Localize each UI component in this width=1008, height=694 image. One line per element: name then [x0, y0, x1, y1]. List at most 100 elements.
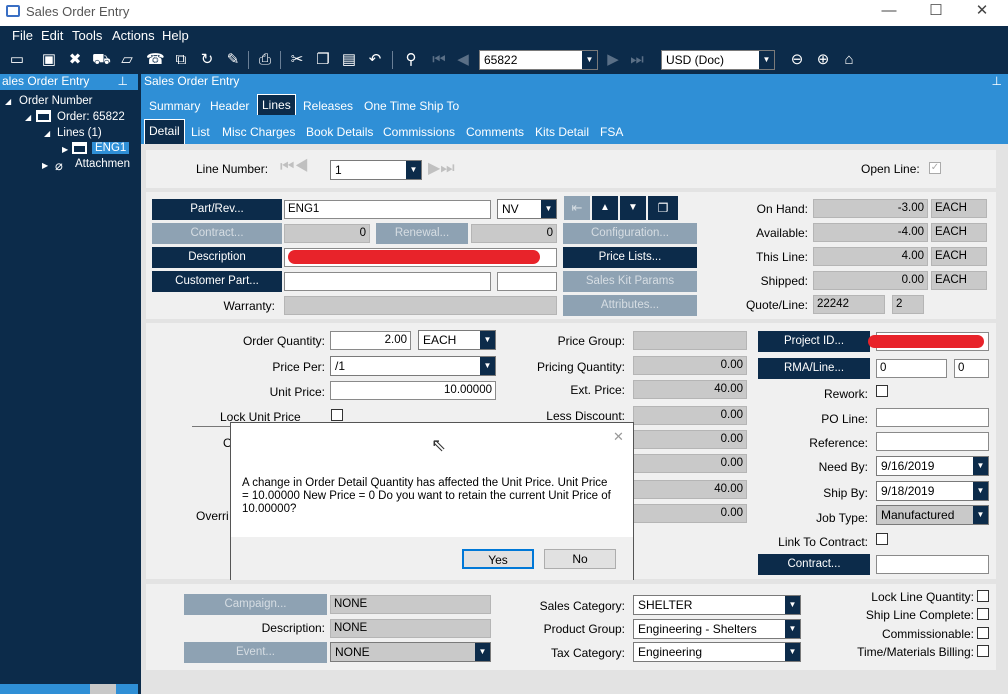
tab-comments[interactable]: Comments: [466, 125, 524, 139]
tree-root[interactable]: Order Number: [19, 95, 93, 107]
tree-lines[interactable]: Lines (1): [57, 127, 102, 139]
chevron-down-icon[interactable]: ▼: [541, 200, 556, 218]
price-lists-button[interactable]: Price Lists...: [563, 247, 697, 268]
collapse-icon[interactable]: ◢: [5, 97, 11, 106]
next-line-icon[interactable]: ▶⏭: [428, 158, 455, 178]
chevron-down-icon[interactable]: ▼: [480, 331, 495, 349]
chevron-down-icon[interactable]: ▼: [582, 51, 597, 69]
menu-edit[interactable]: Edit: [41, 28, 63, 43]
project-id-button[interactable]: Project ID...: [758, 331, 870, 352]
clear-icon[interactable]: ▱: [118, 51, 136, 69]
collapse-icon[interactable]: ◢: [44, 129, 50, 138]
event-button[interactable]: Event...: [184, 642, 327, 663]
chevron-down-icon[interactable]: ▼: [785, 596, 800, 614]
minimize-button[interactable]: —: [866, 0, 912, 24]
tab-lines[interactable]: Lines: [257, 94, 296, 115]
chevron-down-icon[interactable]: ▼: [759, 51, 774, 69]
chevron-down-icon[interactable]: ▼: [973, 506, 988, 524]
sales-kit-params-button[interactable]: Sales Kit Params: [563, 271, 697, 292]
expand-icon[interactable]: ▶: [62, 145, 68, 154]
window-icon[interactable]: ❐: [648, 196, 678, 220]
need-by-date[interactable]: 9/16/2019 ▼: [876, 456, 989, 476]
yes-button[interactable]: Yes: [462, 549, 534, 569]
chevron-down-icon[interactable]: ▼: [406, 161, 421, 179]
chevron-down-icon[interactable]: ▼: [475, 643, 490, 661]
rma-field[interactable]: 0: [876, 359, 947, 378]
tab-releases[interactable]: Releases: [303, 99, 353, 113]
attachment-icon[interactable]: ⧉: [172, 51, 190, 69]
refresh-icon[interactable]: ↻: [198, 51, 216, 69]
forward-icon[interactable]: ⊕: [814, 51, 832, 69]
forklift-icon[interactable]: ⛟: [92, 51, 111, 69]
job-type-combo[interactable]: Manufactured ▼: [876, 505, 989, 525]
sales-category-combo[interactable]: SHELTER ▼: [633, 595, 801, 615]
move-down-icon[interactable]: ▼: [620, 196, 646, 220]
customer-part-field[interactable]: [284, 272, 491, 291]
lock-unit-price-checkbox[interactable]: [331, 409, 343, 421]
commissionable-checkbox[interactable]: [977, 627, 989, 639]
campaign-button[interactable]: Campaign...: [184, 594, 327, 615]
configure-icon[interactable]: ⇤: [564, 196, 590, 220]
customer-part-button[interactable]: Customer Part...: [152, 271, 282, 292]
rework-checkbox[interactable]: [876, 385, 888, 397]
chevron-down-icon[interactable]: ▼: [785, 620, 800, 638]
calendar-dropdown-icon[interactable]: ▼: [973, 482, 988, 500]
print-icon[interactable]: ⎙: [256, 51, 274, 69]
ship-by-date[interactable]: 9/18/2019 ▼: [876, 481, 989, 501]
undo-icon[interactable]: ↶: [366, 51, 384, 69]
revision-combo[interactable]: NV ▼: [497, 199, 557, 219]
unit-price-field[interactable]: 10.00000: [330, 381, 496, 400]
first-line-icon[interactable]: ⏮◀: [280, 158, 309, 176]
new-icon[interactable]: ▭: [8, 51, 26, 69]
tab-list[interactable]: List: [191, 125, 210, 139]
tab-header[interactable]: Header: [210, 99, 249, 113]
tab-summary[interactable]: Summary: [149, 99, 200, 113]
tax-category-combo[interactable]: Engineering ▼: [633, 642, 801, 662]
save-icon[interactable]: ▣: [40, 51, 58, 69]
binoculars-icon[interactable]: ⚲: [402, 51, 420, 69]
calendar-dropdown-icon[interactable]: ▼: [973, 457, 988, 475]
dialog-close-icon[interactable]: ✕: [613, 429, 624, 445]
contract-link-field[interactable]: [876, 555, 989, 574]
menu-help[interactable]: Help: [162, 28, 189, 43]
menu-file[interactable]: File: [12, 28, 33, 43]
expand-icon[interactable]: ▶: [42, 161, 48, 170]
scrollbar-thumb[interactable]: [90, 684, 116, 694]
delete-icon[interactable]: ✖: [66, 51, 84, 69]
maximize-button[interactable]: ☐: [913, 0, 959, 24]
tab-fsa[interactable]: FSA: [600, 125, 623, 139]
collapse-icon[interactable]: ◢: [25, 113, 31, 122]
pin-icon[interactable]: ⊥: [992, 74, 1002, 89]
rma-line-field[interactable]: 0: [954, 359, 989, 378]
contract-button[interactable]: Contract...: [152, 223, 282, 244]
quote-field[interactable]: 22242: [813, 295, 885, 314]
menu-actions[interactable]: Actions: [112, 28, 155, 43]
close-button[interactable]: ✕: [959, 0, 1005, 24]
order-number-combo[interactable]: 65822 ▼: [479, 50, 598, 70]
renewal-button[interactable]: Renewal...: [376, 223, 468, 244]
tab-detail[interactable]: Detail: [144, 119, 185, 144]
quote-line-field[interactable]: 2: [892, 295, 924, 314]
back-icon[interactable]: ⊖: [788, 51, 806, 69]
lock-line-quantity-checkbox[interactable]: [977, 590, 989, 602]
next-record-icon[interactable]: ▶: [604, 51, 622, 69]
chevron-down-icon[interactable]: ▼: [785, 643, 800, 661]
phone-icon[interactable]: ☎: [146, 51, 165, 69]
rma-line-button[interactable]: RMA/Line...: [758, 358, 870, 379]
event-combo[interactable]: NONE ▼: [330, 642, 491, 662]
contract-link-button[interactable]: Contract...: [758, 554, 870, 575]
pin-icon[interactable]: ⊥: [118, 74, 128, 89]
po-line-field[interactable]: [876, 408, 989, 427]
attributes-button[interactable]: Attributes...: [563, 295, 697, 316]
cut-icon[interactable]: ✂: [288, 51, 306, 69]
paste-icon[interactable]: ▤: [340, 51, 358, 69]
ship-line-complete-checkbox[interactable]: [977, 608, 989, 620]
copy-icon[interactable]: ❐: [314, 51, 332, 69]
prev-record-icon[interactable]: ◀: [454, 51, 472, 69]
clean-icon[interactable]: ✎: [224, 51, 242, 69]
chevron-down-icon[interactable]: ▼: [480, 357, 495, 375]
tree-attachments[interactable]: Attachmen: [75, 158, 130, 170]
tree-order[interactable]: Order: 65822: [57, 111, 125, 123]
menu-tools[interactable]: Tools: [72, 28, 102, 43]
home-icon[interactable]: ⌂: [840, 51, 858, 69]
